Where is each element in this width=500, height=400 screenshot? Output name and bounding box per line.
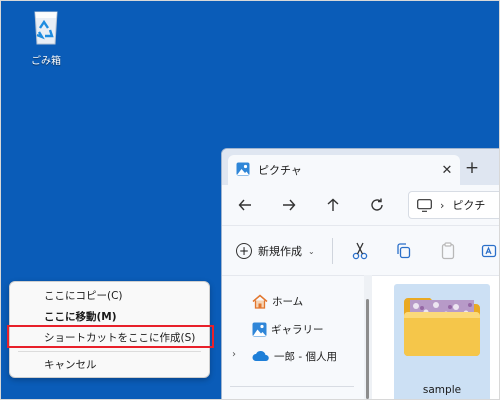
paste-icon[interactable] [438,241,458,261]
command-bar: + 新規作成 ⌄ [222,225,500,275]
copy-icon[interactable] [394,241,414,261]
pictures-icon [236,162,250,179]
chevron-right-icon: › [440,198,445,212]
rename-icon[interactable] [480,241,500,261]
sidebar-item-label: ホーム [272,295,304,308]
toolbar-divider [332,238,333,264]
folder-icon [404,298,480,356]
onedrive-cloud-icon [252,350,269,361]
chevron-down-icon: ⌄ [308,246,315,256]
sidebar-item-onedrive[interactable]: 一郎 - 個人用 [252,346,337,366]
sidebar-item-label: 一郎 - 個人用 [274,350,337,363]
recycle-bin-icon [29,6,63,49]
menu-separator [18,351,201,352]
menu-item-copy-here[interactable]: ここにコピー(C) [44,285,123,305]
tab-title: ピクチャ [258,164,302,177]
menu-item-move-here[interactable]: ここに移動(M) [44,306,117,326]
recycle-bin-shortcut[interactable]: ごみ箱 [14,6,78,67]
sidebar-divider [230,386,354,387]
cut-icon[interactable] [350,241,370,261]
tab-bar: ピクチャ ✕ + [222,149,500,185]
arrow-up-icon [327,198,339,211]
forward-button[interactable] [278,194,300,216]
gallery-icon [252,322,267,336]
plus-icon: + [464,158,480,178]
file-item-sample[interactable]: sample [394,284,490,400]
sidebar-item-home[interactable]: ホーム [252,291,303,311]
new-button-label: 新規作成 [258,245,302,258]
arrow-left-icon [238,199,251,211]
sidebar-scrollbar-thumb[interactable] [366,299,369,399]
home-icon [252,294,268,309]
up-button[interactable] [322,194,344,216]
back-button[interactable] [234,194,256,216]
sidebar-item-label: ギャラリー [271,323,324,336]
new-button[interactable]: + 新規作成 ⌄ [236,240,315,262]
monitor-icon [417,198,432,212]
sidebar-item-gallery[interactable]: ギャラリー [252,319,324,339]
refresh-icon [371,198,383,211]
new-tab-button[interactable]: + [462,158,482,178]
recycle-bin-label: ごみ箱 [31,56,61,67]
expand-chevron-icon[interactable]: › [232,349,236,360]
drag-drop-context-menu: ここにコピー(C) ここに移動(M) ショートカットをここに作成(S) キャンセ… [7,281,214,378]
explorer-window: ピクチャ ✕ + › ピクチ + 新規作成 ⌄ ホーム ギャラリー › 一郎 -… [221,148,500,400]
plus-circle-icon: + [236,243,252,259]
tab-pictures[interactable]: ピクチャ ✕ [228,155,460,185]
menu-item-create-shortcut[interactable]: ショートカットをここに作成(S) [44,327,195,347]
address-bar[interactable]: › ピクチ [408,191,500,219]
file-name: sample [422,384,462,396]
file-view: sample [372,275,500,400]
close-tab-icon[interactable]: ✕ [438,161,456,179]
address-path: ピクチ [452,199,486,212]
menu-item-cancel[interactable]: キャンセル [44,354,97,374]
refresh-button[interactable] [366,194,388,216]
navigation-pane: ホーム ギャラリー › 一郎 - 個人用 [222,275,364,400]
arrow-right-icon [283,199,296,211]
navigation-bar: › ピクチ [222,185,500,225]
